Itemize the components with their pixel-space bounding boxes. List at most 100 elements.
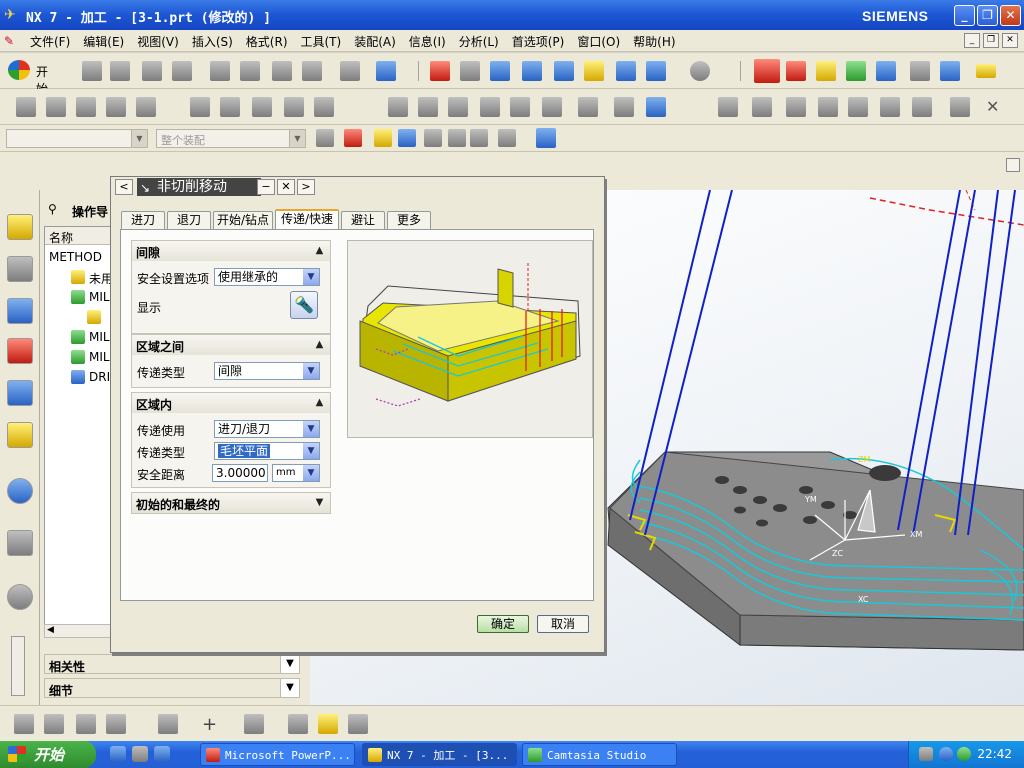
safe-option-select[interactable]: 使用继承的 ▼ (214, 268, 320, 286)
selection-icon[interactable] (376, 61, 396, 81)
menu-item[interactable]: 帮助(H) (633, 33, 675, 50)
mdi-minimize-button[interactable]: _ (964, 33, 980, 48)
operation-navigator-icon[interactable] (7, 298, 33, 324)
mdi-restore-button[interactable]: ❐ (983, 33, 999, 48)
delete-icon[interactable] (302, 61, 322, 81)
surface-icon[interactable] (158, 714, 178, 734)
cancel-button[interactable]: 取消 (537, 615, 589, 633)
constraint-navigator-icon[interactable] (7, 256, 33, 282)
menu-item[interactable]: 装配(A) (354, 33, 396, 50)
copy-icon[interactable] (240, 61, 260, 81)
shop-doc-icon[interactable] (614, 97, 634, 117)
menu-item[interactable]: 工具(T) (301, 33, 342, 50)
generate-path-icon[interactable] (846, 61, 866, 81)
zlevel-icon[interactable] (76, 714, 96, 734)
menu-item[interactable]: 信息(I) (409, 33, 446, 50)
pin-icon[interactable]: ⚲ (48, 202, 57, 216)
rectangle-select-icon[interactable] (498, 129, 516, 147)
print-icon[interactable] (172, 61, 192, 81)
restore-button[interactable]: ❐ (977, 5, 998, 26)
chevron-left-icon[interactable]: < (115, 179, 133, 195)
dialog-tab[interactable]: 开始/钻点 (213, 211, 273, 230)
replay-icon[interactable] (418, 97, 438, 117)
bulb-icon[interactable] (848, 97, 868, 117)
tool-assembly-icon[interactable] (786, 97, 806, 117)
selection-priority-icon[interactable] (316, 129, 334, 147)
render-style-icon[interactable] (690, 61, 710, 81)
zoom-window-icon[interactable] (460, 61, 480, 81)
volume-icon[interactable] (939, 747, 953, 761)
type-filter-combo[interactable]: ▼ (6, 129, 148, 148)
menu-item[interactable]: 编辑(E) (83, 33, 124, 50)
fixed-contour-icon[interactable] (106, 714, 126, 734)
chevron-up-icon[interactable]: ▲ (311, 336, 328, 353)
magnify-icon[interactable] (522, 61, 542, 81)
within-transfer-type-select[interactable]: 毛坯平面 ▼ (214, 442, 320, 460)
safe-distance-input[interactable]: 3.00000 (212, 464, 268, 482)
expand-icon[interactable] (1006, 158, 1020, 172)
edit-object-icon[interactable] (190, 97, 210, 117)
menu-item[interactable]: 视图(V) (137, 33, 179, 50)
filter-icon[interactable] (940, 61, 960, 81)
dialog-tab[interactable]: 避让 (341, 211, 385, 230)
chevron-up-icon[interactable]: ▲ (311, 242, 328, 259)
collapse-dialog-button[interactable]: − (257, 179, 275, 195)
create-tool-icon[interactable] (46, 97, 66, 117)
paste-object-icon[interactable] (284, 97, 304, 117)
chevron-down-icon[interactable]: ▼ (280, 678, 300, 698)
wrench-icon[interactable] (816, 61, 836, 81)
copy-object-icon[interactable] (252, 97, 272, 117)
reuse-library-icon[interactable] (7, 422, 33, 448)
chevron-right-icon[interactable]: > (297, 179, 315, 195)
new-file-icon[interactable] (82, 61, 102, 81)
windows-start-button[interactable]: 开始 (0, 741, 96, 768)
control-point-icon[interactable] (424, 129, 442, 147)
datum-icon[interactable] (244, 714, 264, 734)
cavity-mill-icon[interactable] (44, 714, 64, 734)
menu-item[interactable]: 首选项(P) (512, 33, 565, 50)
menu-item[interactable]: 分析(L) (459, 33, 499, 50)
media-icon[interactable] (154, 746, 170, 762)
cube-view-icon[interactable] (646, 61, 666, 81)
menu-item[interactable]: 插入(S) (192, 33, 233, 50)
point-icon[interactable]: + (202, 714, 222, 735)
report-icon[interactable] (646, 97, 666, 117)
chevron-down-icon[interactable]: ▼ (280, 654, 300, 674)
related-panel-header[interactable]: 相关性 ▼ (44, 654, 300, 674)
dialog-tab[interactable]: 更多 (387, 211, 431, 230)
planar-mill-icon[interactable] (14, 714, 34, 734)
transfer-use-select[interactable]: 进刀/退刀 ▼ (214, 420, 320, 438)
arc-center-icon[interactable] (448, 129, 466, 147)
cut-object-icon[interactable] (220, 97, 240, 117)
measure-icon[interactable] (288, 714, 308, 734)
endpoint-snap-icon[interactable] (374, 129, 392, 147)
details-panel-header[interactable]: 细节 ▼ (44, 678, 300, 698)
chevron-down-icon[interactable]: ▼ (311, 494, 328, 511)
display-flashlight-icon[interactable]: 🔦 (290, 291, 318, 319)
create-program-icon[interactable] (16, 97, 36, 117)
close-button[interactable]: ✕ (1000, 5, 1021, 26)
midpoint-snap-icon[interactable] (398, 129, 416, 147)
create-operation-icon[interactable] (136, 97, 156, 117)
tangent-icon[interactable] (470, 129, 488, 147)
holder-icon[interactable] (818, 97, 838, 117)
resource-scrollbar[interactable] (11, 636, 25, 696)
rotate-icon[interactable] (554, 61, 574, 81)
list-path-icon[interactable] (448, 97, 468, 117)
assembly-filter-combo[interactable]: 整个装配 ▼ (156, 129, 306, 148)
undo-icon[interactable] (340, 61, 360, 81)
part-icon[interactable] (880, 97, 900, 117)
within-region-section-header[interactable]: 区域内 ▲ (132, 393, 330, 413)
taskbar-task-button[interactable]: NX 7 - 加工 - [3... (362, 743, 517, 766)
info-icon[interactable] (7, 478, 33, 504)
cut-icon[interactable] (210, 61, 230, 81)
tree-icon[interactable] (786, 61, 806, 81)
close-x-icon[interactable]: ✕ (986, 97, 1006, 117)
ie-icon[interactable] (110, 746, 126, 762)
close-dialog-button[interactable]: ✕ (277, 179, 295, 195)
save-icon[interactable] (142, 61, 162, 81)
dialog-tab[interactable]: 进刀 (121, 211, 165, 230)
shaded-view-icon[interactable] (616, 61, 636, 81)
blank-icon[interactable] (912, 97, 932, 117)
delete-object-icon[interactable] (314, 97, 334, 117)
